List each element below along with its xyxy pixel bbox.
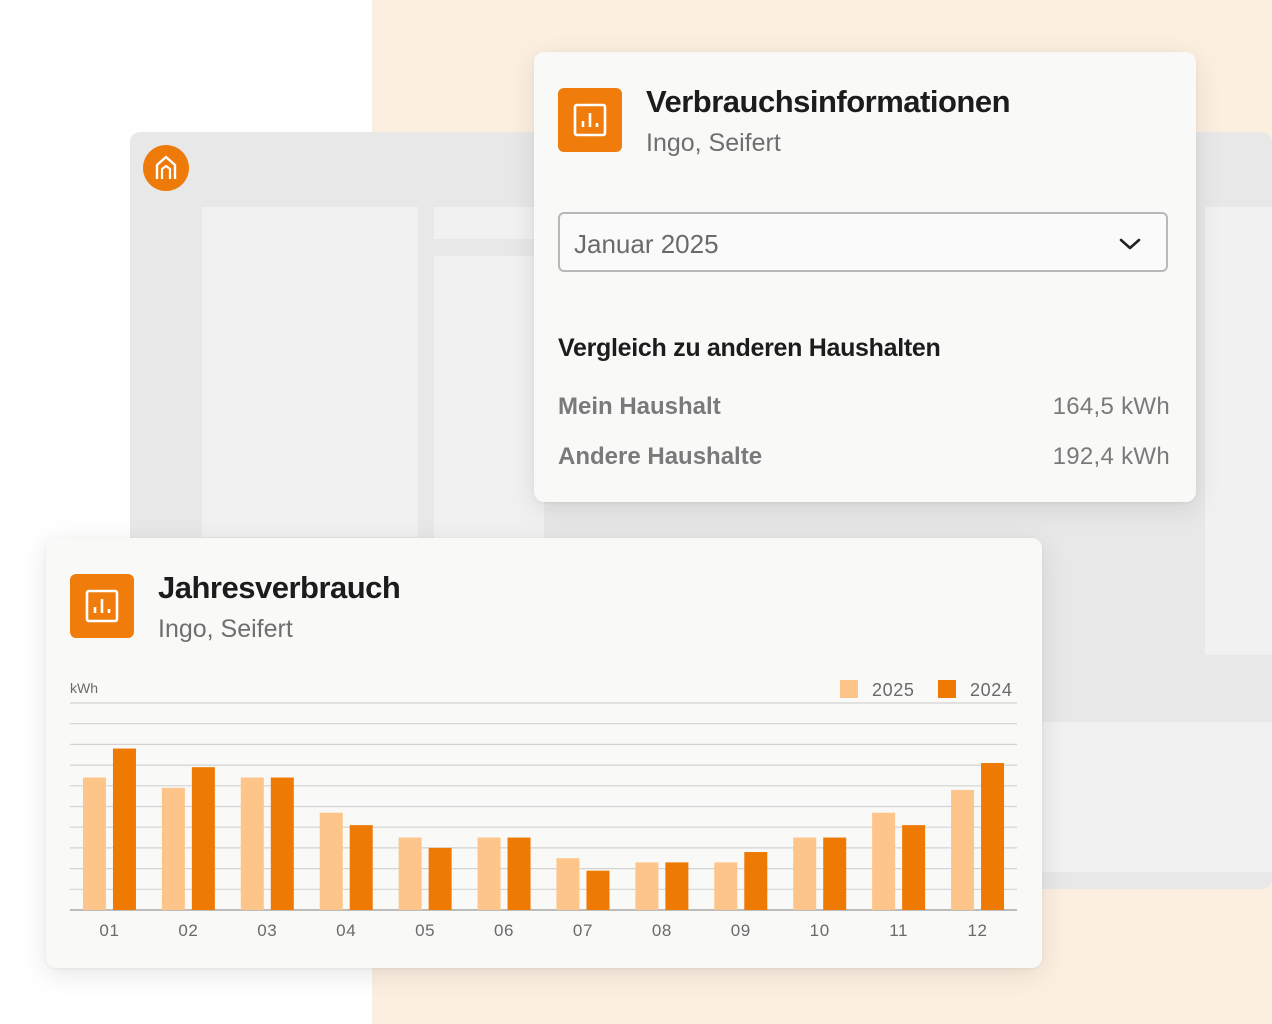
- annual-consumption-card: Jahresverbrauch Ingo, Seifert kWh 2025 202…: [46, 538, 1042, 968]
- comparison-row-value: 164,5 kWh: [1052, 393, 1170, 420]
- x-tick-label: 11: [889, 921, 908, 940]
- bar-2025: [714, 862, 738, 910]
- x-tick-label: 12: [967, 921, 987, 940]
- card-subtitle: Ingo, Seifert: [646, 129, 781, 157]
- bar-2024: [428, 847, 452, 910]
- bar-2024: [823, 837, 847, 910]
- x-tick-label: 07: [573, 921, 593, 940]
- bar-2024: [586, 870, 610, 910]
- bar-2024: [349, 825, 373, 910]
- x-tick-label: 04: [336, 921, 356, 940]
- bar-2025: [240, 777, 264, 910]
- month-select[interactable]: Januar 2025: [558, 212, 1168, 272]
- placeholder-sidebar: [202, 207, 418, 537]
- legend-swatch: [938, 680, 956, 698]
- x-tick-label: 06: [494, 921, 514, 940]
- x-tick-label: 05: [415, 921, 435, 940]
- placeholder-bottom-panel: [1042, 722, 1272, 872]
- bar-2024: [191, 767, 215, 910]
- x-tick-label: 02: [178, 921, 198, 940]
- bar-2025: [82, 777, 106, 910]
- legend-swatch: [840, 680, 858, 698]
- comparison-row-label: Andere Haushalte: [558, 443, 763, 470]
- bar-chart-icon: [558, 88, 622, 152]
- comparison-title: Vergleich zu anderen Haushalten: [558, 334, 941, 362]
- bar-2025: [477, 837, 501, 910]
- legend-label: 2025: [872, 680, 914, 700]
- comparison-row-label: Mein Haushalt: [558, 393, 721, 420]
- bar-2024: [981, 763, 1005, 910]
- bar-2025: [635, 862, 659, 910]
- comparison-row-value: 192,4 kWh: [1052, 443, 1170, 470]
- x-tick-label: 10: [810, 921, 830, 940]
- placeholder-header-bar: [434, 207, 544, 239]
- legend-label: 2024: [970, 680, 1012, 700]
- x-tick-label: 09: [731, 921, 751, 940]
- bar-2025: [161, 787, 185, 910]
- bar-2025: [319, 812, 343, 910]
- placeholder-content: [434, 256, 544, 538]
- consumption-info-card: Verbrauchsinformationen Ingo, Seifert Ja…: [534, 52, 1196, 502]
- x-tick-label: 08: [652, 921, 672, 940]
- chevron-down-icon[interactable]: [1118, 232, 1142, 261]
- x-tick-label: 03: [257, 921, 277, 940]
- x-tick-label: 01: [99, 921, 119, 940]
- bar-2024: [270, 777, 294, 910]
- bar-2024: [902, 825, 926, 910]
- card-title: Verbrauchsinformationen: [646, 84, 1011, 119]
- annual-bar-chart: kWh 2025 2024 01 02 03 04 05 06 07 08 09 10 11 12: [70, 680, 1017, 940]
- bar-2024: [507, 837, 531, 910]
- bar-2025: [793, 837, 817, 910]
- bar-2024: [112, 748, 136, 910]
- house-icon[interactable]: [143, 145, 189, 191]
- y-axis-label: kWh: [70, 680, 98, 696]
- bar-2025: [398, 837, 422, 910]
- bar-2025: [556, 858, 580, 910]
- bar-2025: [872, 812, 896, 910]
- bar-2025: [951, 789, 975, 910]
- bar-2024: [665, 862, 689, 910]
- month-select-value: Januar 2025: [574, 229, 719, 259]
- bar-2024: [744, 852, 768, 910]
